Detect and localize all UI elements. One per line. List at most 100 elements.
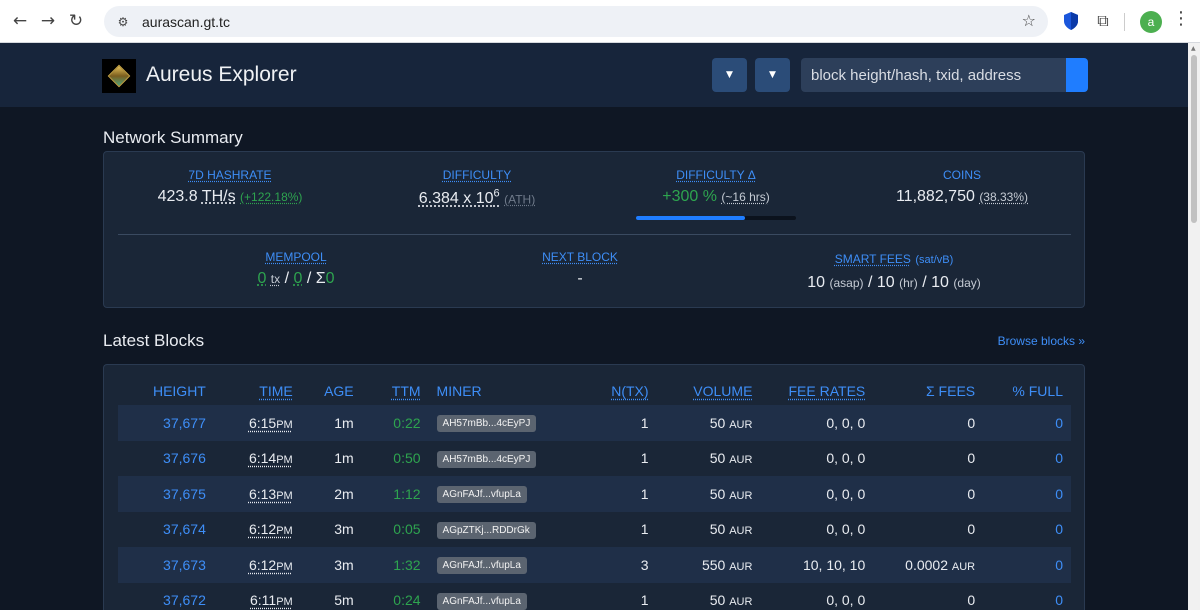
block-fee-rates: 0, 0, 0 <box>760 405 874 441</box>
col-ttm[interactable]: TTM <box>362 377 429 405</box>
browser-menu-icon[interactable]: ⋮ <box>1172 8 1190 29</box>
block-ttm: 1:32 <box>361 547 429 583</box>
block-time: 6:12PM <box>214 512 301 548</box>
block-age: 3m <box>300 547 362 583</box>
fee-separator: / <box>867 274 873 291</box>
mempool-label[interactable]: MEMPOOL <box>176 250 416 264</box>
table-row: 37,674 6:12PM 3m 0:05 AGpZTKj...RDDrGk 1 50 AU… <box>118 512 1071 548</box>
reload-icon[interactable]: ↻ <box>62 7 90 35</box>
block-fee-rates: 0, 0, 0 <box>826 450 866 467</box>
block-miner: AGnFAJf...vfupLa <box>428 476 604 512</box>
scrollbar-thumb[interactable] <box>1191 55 1197 223</box>
site-logo[interactable] <box>102 59 136 93</box>
browser-toolbar: ← → ↻ ⚙ aurascan.gt.tc ☆ ⧉ a ⋮ <box>0 0 1200 43</box>
page-scrollbar[interactable]: ▲ <box>1188 43 1200 610</box>
block-full-link[interactable]: 0 <box>983 476 1071 512</box>
profile-avatar[interactable]: a <box>1140 11 1162 33</box>
col-full: % FULL <box>1012 383 1063 399</box>
block-volume: 50 AUR <box>657 583 761 610</box>
bookmark-star-icon[interactable]: ☆ <box>1022 11 1036 30</box>
block-full-link[interactable]: 0 <box>983 583 1071 610</box>
back-arrow-icon[interactable]: ← <box>6 7 34 35</box>
block-fees: 0.0002 AUR <box>873 547 984 583</box>
miner-badge[interactable]: AH57mBb...4cEyPJ <box>436 415 537 433</box>
difficulty-delta-percent: +300 % <box>662 188 717 205</box>
address-bar[interactable]: ⚙ aurascan.gt.tc ☆ <box>104 6 1048 37</box>
block-ttm: 1:12 <box>361 476 429 512</box>
table-header-row: HEIGHT TIME AGE TTM MINER N(TX) VOLUME F… <box>118 377 1071 405</box>
block-height-link[interactable]: 37,676 <box>118 441 214 477</box>
miner-badge[interactable]: AH57mBb...4cEyPJ <box>436 450 537 468</box>
block-full-link[interactable]: 0 <box>983 512 1071 548</box>
block-time-value: 6:15PM <box>249 415 293 431</box>
col-volume[interactable]: VOLUME <box>657 377 761 405</box>
search-input[interactable] <box>801 58 1066 92</box>
miner-badge[interactable]: AGnFAJf...vfupLa <box>436 592 527 610</box>
block-volume: 50 AUR <box>657 441 761 477</box>
mempool-tx-unit: tx <box>270 272 281 286</box>
mempool-vsize: 0 <box>293 270 303 287</box>
menu-dropdown-button[interactable]: ▼ <box>712 58 747 92</box>
block-ttm: 0:24 <box>393 592 421 609</box>
block-volume: 550 AUR <box>656 547 761 583</box>
block-time: 6:15PM <box>213 405 301 441</box>
miner-badge[interactable]: AGnFAJf...vfupLa <box>436 557 527 575</box>
shield-extension-icon[interactable] <box>1058 8 1084 34</box>
difficulty-label[interactable]: DIFFICULTY <box>357 168 597 182</box>
block-fees: 0 <box>873 405 984 441</box>
col-miner: MINER <box>436 383 482 399</box>
block-ntx: 1 <box>603 405 657 441</box>
hashrate-number: 423.8 <box>157 188 198 205</box>
toolbar-divider <box>1124 13 1125 31</box>
coins-label: COINS <box>942 168 981 182</box>
col-ntx[interactable]: N(TX) <box>603 377 656 405</box>
hashrate-change: (+122.18%) <box>240 190 303 204</box>
block-age: 1m <box>300 405 362 441</box>
block-volume: 50 AUR <box>656 405 761 441</box>
block-height-link[interactable]: 37,674 <box>118 512 214 548</box>
difficulty-number: 6.384 x 106 <box>419 188 500 207</box>
block-height-link[interactable]: 37,677 <box>118 405 214 441</box>
site-header: Aureus Explorer ▼ ▼ <box>0 43 1188 107</box>
miner-badge[interactable]: AGnFAJf...vfupLa <box>436 486 527 504</box>
block-height-link[interactable]: 37,672 <box>118 583 214 610</box>
block-full-link[interactable]: 0 <box>983 405 1071 441</box>
block-volume: 50 AUR <box>657 512 761 548</box>
smart-fees-label[interactable]: SMART FEES <box>835 252 911 266</box>
tools-dropdown-button[interactable]: ▼ <box>755 58 790 92</box>
block-time-clock: 6:13 <box>248 485 277 502</box>
block-time-clock: 6:12 <box>248 521 277 538</box>
forward-arrow-icon[interactable]: → <box>34 7 62 35</box>
mempool-stat: MEMPOOL 0 tx / 0 / Σ0 <box>176 250 416 288</box>
url-text[interactable]: aurascan.gt.tc <box>142 14 230 30</box>
site-title[interactable]: Aureus Explorer <box>146 63 297 87</box>
difficulty-delta-label[interactable]: DIFFICULTY Δ <box>596 168 836 182</box>
next-block-label[interactable]: NEXT BLOCK <box>460 250 700 264</box>
col-fee-rates[interactable]: FEE RATES <box>760 377 873 405</box>
fees-amount: 0 <box>967 485 976 502</box>
block-age: 5m <box>334 592 354 609</box>
site-settings-icon[interactable]: ⚙ <box>114 13 132 31</box>
fees-amount: 0 <box>967 414 976 431</box>
block-time: 6:12PM <box>213 547 301 583</box>
volume-amount: 550 <box>701 556 726 573</box>
col-time[interactable]: TIME <box>214 377 301 405</box>
block-height-link[interactable]: 37,675 <box>118 476 214 512</box>
browse-blocks-link[interactable]: Browse blocks » <box>998 334 1085 348</box>
block-time-value: 6:11PM <box>250 592 293 608</box>
extensions-puzzle-icon[interactable]: ⧉ <box>1090 8 1116 34</box>
hashrate-unit: TH/s <box>201 188 236 205</box>
scroll-up-icon[interactable]: ▲ <box>1191 45 1196 52</box>
miner-badge[interactable]: AGpZTKj...RDDrGk <box>436 521 536 539</box>
difficulty-ath-note: (ATH) <box>504 192 536 207</box>
fee-day-label: (day) <box>953 276 981 290</box>
block-height-link[interactable]: 37,673 <box>118 547 214 583</box>
block-fees: 0 <box>873 441 983 477</box>
search-button[interactable] <box>1066 58 1088 92</box>
volume-amount: 50 <box>709 450 726 467</box>
hashrate-label[interactable]: 7D HASHRATE <box>110 168 350 182</box>
block-full-link[interactable]: 0 <box>983 547 1071 583</box>
difficulty-stat: DIFFICULTY 6.384 x 106 (ATH) <box>357 168 597 208</box>
block-full-link[interactable]: 0 <box>983 441 1071 477</box>
coins-stat: COINS 11,882,750 (38.33%) <box>842 168 1082 206</box>
